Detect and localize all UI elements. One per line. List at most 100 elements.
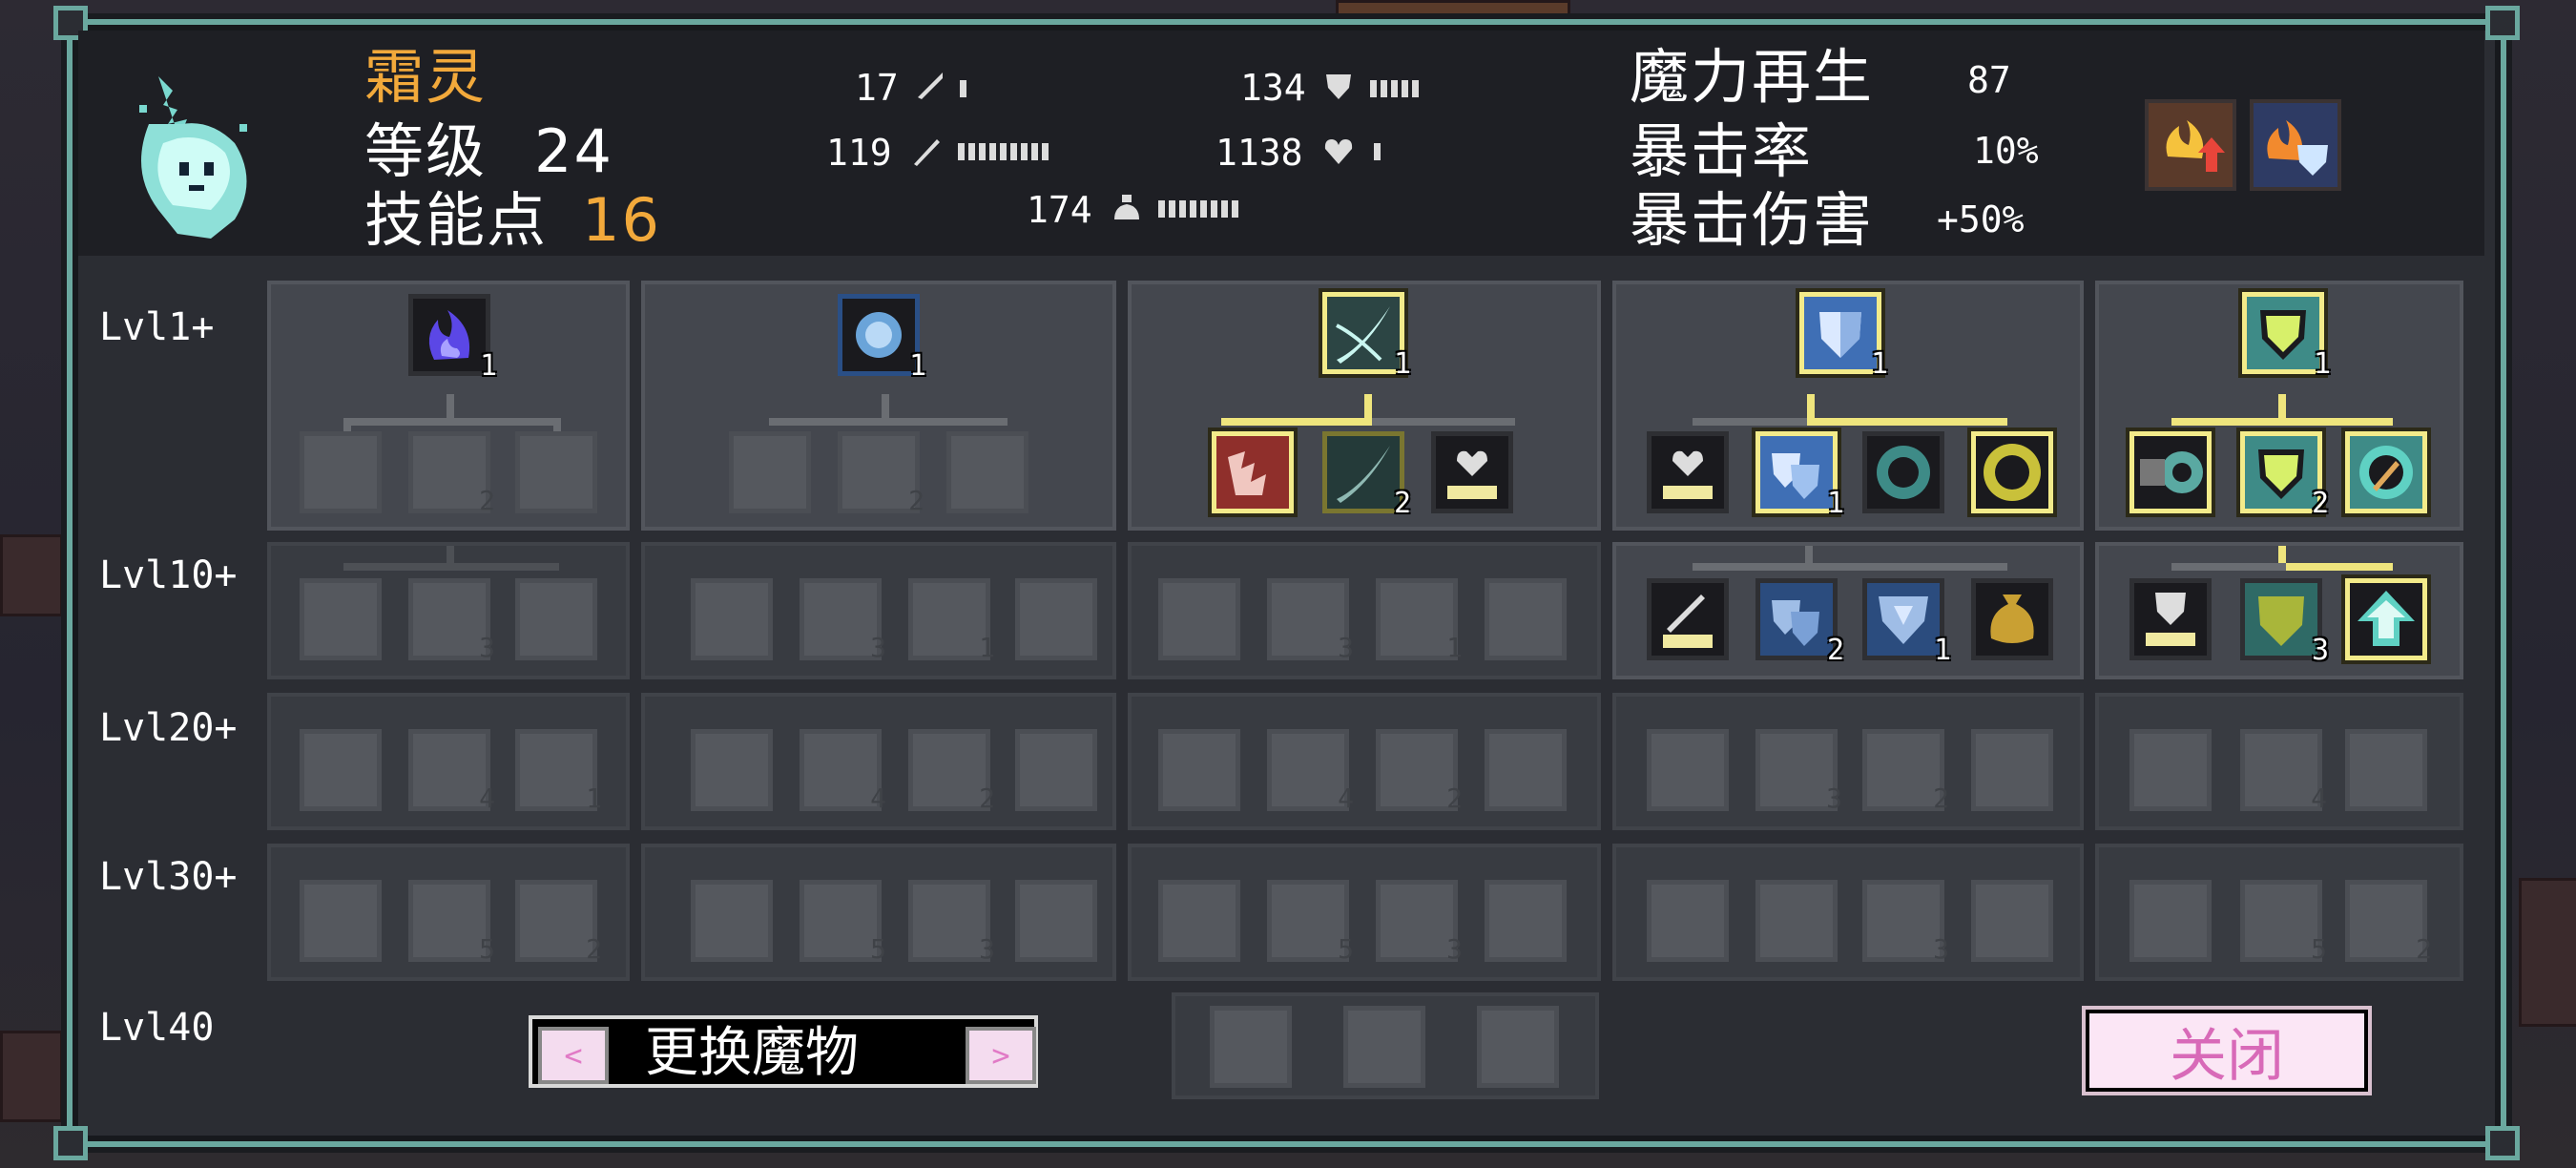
skill-node-staff-bar[interactable]	[1647, 578, 1729, 660]
skill-node-locked[interactable]	[1015, 578, 1097, 660]
skill-node-locked[interactable]	[515, 578, 597, 660]
skill-node-locked[interactable]	[1971, 880, 2053, 962]
skill-node-locked[interactable]	[729, 431, 811, 513]
skill-node-locked[interactable]	[1015, 880, 1097, 962]
skill-node-locked[interactable]: 2	[838, 431, 924, 516]
skill-node-locked[interactable]	[2345, 729, 2427, 811]
next-monster-button[interactable]: >	[966, 1027, 1036, 1084]
magic-defense-value: 1138	[1215, 132, 1303, 174]
close-button[interactable]: 关闭	[2086, 1010, 2368, 1092]
skill-node-locked[interactable]	[1971, 729, 2053, 811]
skill-node-locked[interactable]	[1485, 880, 1567, 962]
skill-node-double-shield-2[interactable]: 2	[1755, 578, 1844, 665]
skill-node-locked[interactable]: 5	[408, 880, 495, 965]
skill-level-badge: 2	[1826, 634, 1844, 667]
skill-node-locked[interactable]	[1015, 729, 1097, 811]
skill-icon	[1663, 450, 1713, 499]
skill-node-locked[interactable]	[691, 880, 773, 962]
fire-shield-icon[interactable]	[2250, 99, 2341, 191]
skill-node-locked[interactable]	[1158, 729, 1240, 811]
skill-node-shield-gem[interactable]: 1	[1862, 578, 1951, 665]
stat-pip	[989, 143, 996, 160]
skill-node-locked[interactable]: 2	[515, 880, 602, 965]
skill-node-locked[interactable]	[300, 880, 382, 962]
skill-node-locked-ultimate[interactable]	[1210, 1006, 1292, 1088]
skill-node-locked[interactable]: 2	[908, 729, 995, 814]
fire-attack-up-icon[interactable]	[2145, 99, 2236, 191]
skill-node-locked[interactable]	[1647, 880, 1729, 962]
change-monster-label[interactable]: 更换魔物	[645, 1023, 859, 1084]
skill-node-locked[interactable]	[300, 729, 382, 811]
skill-node-locked[interactable]	[1158, 578, 1240, 660]
skill-node-gold-bag[interactable]	[1971, 578, 2053, 660]
mana-regen-label: 魔力再生	[1630, 42, 1875, 112]
skill-node-locked[interactable]	[2129, 880, 2212, 962]
skill-node-emerald-shield-2[interactable]: 2	[2240, 431, 2329, 518]
frame-corner	[2485, 1126, 2520, 1160]
skill-node-ice-blade[interactable]: 1	[1322, 292, 1411, 379]
stat-pip	[1190, 200, 1196, 218]
skill-node-frost-orb[interactable]: 1	[838, 294, 926, 381]
skill-node-locked[interactable]: 3	[408, 578, 495, 663]
skill-node-locked[interactable]	[2129, 729, 2212, 811]
skill-node-locked[interactable]: 1	[515, 729, 602, 814]
skill-node-shield-bar[interactable]	[2129, 578, 2212, 660]
skill-node-golden-ring[interactable]	[1971, 431, 2053, 513]
skill-node-heart-bar[interactable]	[1431, 431, 1513, 513]
skill-node-locked[interactable]	[1755, 880, 1838, 962]
skill-node-locked[interactable]	[691, 578, 773, 660]
skill-level-badge: 2	[1933, 782, 1949, 814]
skill-node-dash[interactable]	[2129, 431, 2212, 513]
skill-node-locked[interactable]: 4	[800, 729, 886, 814]
skill-node-ice-blade-2[interactable]: 2	[1322, 431, 1411, 518]
skill-node-locked[interactable]: 1	[1376, 578, 1463, 663]
skill-node-locked[interactable]: 3	[1755, 729, 1842, 814]
skill-level-badge: 2	[479, 485, 495, 516]
skill-node-locked[interactable]: 3	[800, 578, 886, 663]
skill-node-locked[interactable]	[1485, 729, 1567, 811]
skill-node-blood-strike[interactable]	[1212, 431, 1294, 513]
skill-node-locked[interactable]	[946, 431, 1028, 513]
skill-node-locked[interactable]: 4	[2240, 729, 2327, 814]
skill-node-locked[interactable]	[300, 431, 382, 513]
skill-node-dark-flame[interactable]: 1	[408, 294, 497, 381]
row-label-lvl1: Lvl1+	[99, 305, 215, 349]
skill-node-upgrade-arrow[interactable]	[2345, 578, 2427, 660]
skill-node-locked[interactable]: 3	[1267, 578, 1354, 663]
skill-node-staff-orb[interactable]	[2345, 431, 2427, 513]
change-monster-control: < 更换魔物 >	[529, 1015, 1038, 1088]
skill-node-locked[interactable]: 5	[2240, 880, 2327, 965]
stat-pip	[1021, 143, 1028, 160]
skill-node-locked-ultimate[interactable]	[1477, 1006, 1559, 1088]
skill-node-locked[interactable]: 3	[908, 880, 995, 965]
skill-node-locked[interactable]: 3	[1862, 880, 1949, 965]
skill-node-heart-bar[interactable]	[1647, 431, 1729, 513]
attack-value: 17	[855, 67, 899, 109]
skill-node-locked[interactable]	[1158, 880, 1240, 962]
skill-node-locked[interactable]: 4	[1267, 729, 1354, 814]
skill-node-double-shield[interactable]: 1	[1755, 431, 1844, 518]
skill-node-emerald-shield[interactable]: 1	[2242, 292, 2331, 379]
skill-node-locked[interactable]: 5	[1267, 880, 1354, 965]
skill-node-locked[interactable]	[1647, 729, 1729, 811]
skill-node-locked[interactable]: 4	[408, 729, 495, 814]
skill-node-locked[interactable]: 5	[800, 880, 886, 965]
skill-node-ring[interactable]	[1862, 431, 1944, 513]
crit-rate-value: 10%	[1973, 130, 2039, 172]
skill-node-locked[interactable]	[1485, 578, 1567, 660]
skill-node-locked[interactable]: 2	[1862, 729, 1949, 814]
skill-node-locked[interactable]: 2	[408, 431, 495, 516]
prev-monster-button[interactable]: <	[538, 1027, 609, 1084]
skill-level-badge: 2	[2416, 933, 2432, 965]
skill-node-olive-shield[interactable]: 3	[2240, 578, 2329, 665]
skill-level-badge: 3	[870, 632, 886, 663]
skill-node-locked[interactable]	[691, 729, 773, 811]
skill-node-locked[interactable]: 2	[1376, 729, 1463, 814]
skill-node-locked[interactable]: 3	[1376, 880, 1463, 965]
skill-node-shield[interactable]: 1	[1799, 292, 1888, 379]
skill-node-locked[interactable]: 1	[908, 578, 995, 663]
skill-node-locked[interactable]	[515, 431, 597, 513]
skill-node-locked[interactable]	[300, 578, 382, 660]
skill-node-locked[interactable]: 2	[2345, 880, 2432, 965]
skill-node-locked-ultimate[interactable]	[1343, 1006, 1425, 1088]
